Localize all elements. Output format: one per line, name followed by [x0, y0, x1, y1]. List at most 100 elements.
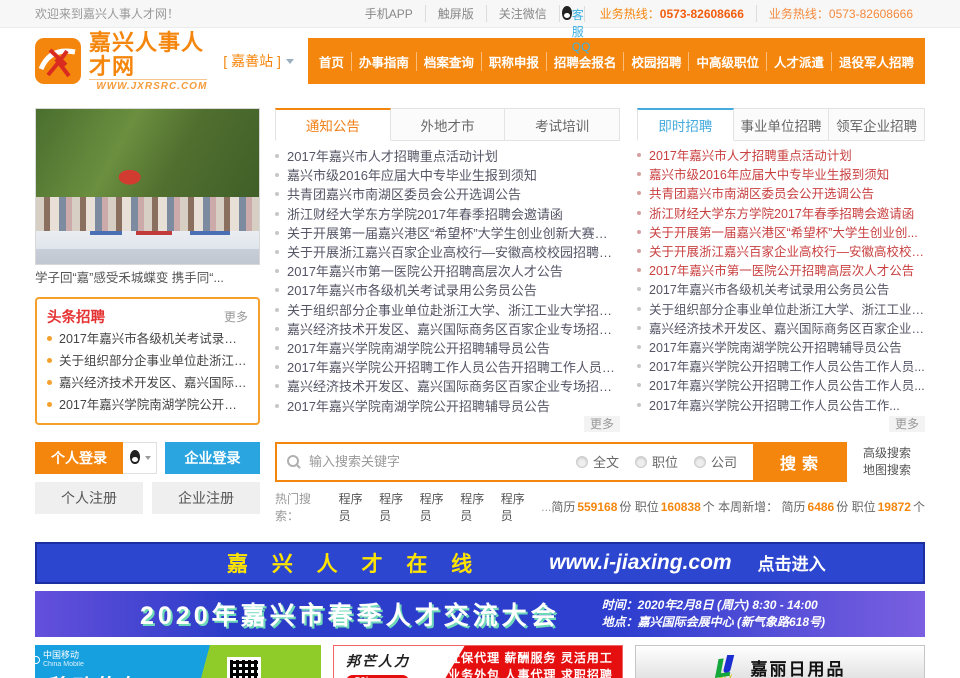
qq-login-dropdown[interactable] — [123, 442, 157, 474]
nav-item-title-declare[interactable]: 职称申报 — [481, 52, 546, 71]
hot-search-word[interactable]: 程序员 — [420, 490, 455, 524]
tab-notices[interactable]: 通知公告 — [275, 108, 391, 141]
scope-fulltext-radio[interactable]: 全文 — [576, 452, 619, 471]
list-item[interactable]: 关于开展浙江嘉兴百家企业高校行—安徽高校校园招聘活动的通... — [275, 243, 620, 262]
advanced-search-link[interactable]: 高级搜索 — [863, 445, 925, 462]
list-item[interactable]: 共青团嘉兴市南湖区委员会公开选调公告 — [637, 185, 925, 204]
qr-code — [227, 657, 261, 678]
nav-item-campus[interactable]: 校园招聘 — [623, 52, 688, 71]
hot-search-word[interactable]: 程序员 — [501, 490, 536, 524]
search-button[interactable]: 搜索 — [753, 444, 845, 480]
scope-company-radio[interactable]: 公司 — [694, 452, 737, 471]
list-item[interactable]: 2017年嘉兴市人才招聘重点活动计划 — [637, 147, 925, 166]
tab-leading-enterprise[interactable]: 领军企业招聘 — [829, 108, 925, 141]
notice-column: 通知公告 外地才市 考试培训 2017年嘉兴市人才招聘重点活动计划 嘉兴市级20… — [275, 108, 620, 432]
enterprise-login-button[interactable]: 企业登录 — [165, 442, 260, 474]
list-item[interactable]: 2017年嘉兴市第一医院公开招聘高层次人才公告 — [275, 262, 620, 281]
list-item[interactable]: 2017年嘉兴学院公开招聘工作人员公告工作人员... — [637, 358, 925, 377]
touch-version-link[interactable]: 触屏版 — [426, 5, 487, 22]
tab-other-markets[interactable]: 外地才市 — [391, 108, 506, 141]
list-item[interactable]: 嘉兴市级2016年应届大中专毕业生报到须知 — [275, 166, 620, 185]
news-photo-caption[interactable]: 学子回“嘉”感受禾城蝶变 携手同“... — [35, 265, 260, 291]
list-item[interactable]: 浙江财经大学东方学院2017年春季招聘会邀请函 — [275, 205, 620, 224]
hotline-secondary: 业务热线：0573-82608666 — [757, 5, 925, 22]
list-item[interactable]: 共青团嘉兴市南湖区委员会公开选调公告 — [275, 185, 620, 204]
list-item[interactable]: 关于组织部分企事业单位赴浙江大学... — [47, 350, 248, 372]
tab-exam-training[interactable]: 考试培训 — [505, 108, 620, 141]
list-item[interactable]: 2017年嘉兴市各级机关考试录用公务... — [47, 328, 248, 350]
list-item[interactable]: 浙江财经大学东方学院2017年春季招聘会邀请函 — [637, 205, 925, 224]
nav-item-guide[interactable]: 办事指南 — [351, 52, 416, 71]
top-utility-bar: 欢迎来到嘉兴人事人才网！ 手机APP 触屏版 关注微信 客服QQ 业务热线：05… — [0, 0, 960, 28]
hot-search-word[interactable]: 程序员 — [379, 490, 414, 524]
radio-icon — [576, 456, 588, 468]
list-item[interactable]: 2017年嘉兴学院南湖学院公开招聘辅导员公告 — [275, 339, 620, 358]
list-item[interactable]: 关于组织部分企事业单位赴浙江大学、浙江工业大... — [637, 301, 925, 320]
hotline-number: 0573-82608666 — [660, 7, 744, 21]
hot-search-word[interactable]: 程序员 — [339, 490, 374, 524]
list-item[interactable]: 嘉兴市级2016年应届大中专毕业生报到须知 — [637, 166, 925, 185]
news-photo[interactable] — [35, 108, 260, 265]
personal-login-button[interactable]: 个人登录 — [35, 442, 123, 474]
service-qq-link[interactable]: 客服QQ — [560, 6, 585, 22]
scope-position-radio[interactable]: 职位 — [635, 452, 678, 471]
list-item[interactable]: 关于组织部分企事业单位赴浙江大学、浙江工业大学招聘人才的... — [275, 301, 620, 320]
enterprise-register-button[interactable]: 企业注册 — [152, 482, 260, 514]
site-header: 嘉兴人事人才网 WWW.JXRSRC.COM [ 嘉善站 ] 首页 办事指南 档… — [0, 28, 960, 94]
jaly-name: 嘉丽日用品 — [751, 655, 846, 678]
jobfair-time: 2020年2月8日 (周六) 8:30 - 14:00 — [638, 598, 818, 612]
tab-public-institution[interactable]: 事业单位招聘 — [734, 108, 830, 141]
site-url: WWW.JXRSRC.COM — [89, 79, 207, 92]
nav-item-senior-jobs[interactable]: 中高级职位 — [688, 52, 766, 71]
list-item[interactable]: 2017年嘉兴学院公开招聘工作人员公告工作... — [637, 397, 925, 416]
search-area: 全文 职位 公司 搜索 高级搜索 地图搜索 热门搜索： 程序员 程序员 程序员 … — [275, 442, 925, 524]
nav-item-home[interactable]: 首页 — [312, 52, 351, 71]
spring-jobfair-banner[interactable]: 2020年嘉兴市春季人才交流大会 时间：2020年2月8日 (周六) 8:30 … — [35, 591, 925, 637]
personal-register-button[interactable]: 个人注册 — [35, 482, 143, 514]
nav-item-archive-query[interactable]: 档案查询 — [416, 52, 481, 71]
jiaxing-talent-online-banner[interactable]: 嘉 兴 人 才 在 线 www.i-jiaxing.com 点击进入 — [35, 542, 925, 584]
nav-item-dispatch[interactable]: 人才派遣 — [766, 52, 831, 71]
list-item[interactable]: 2017年嘉兴学院南湖学院公开招聘辅导员公告 — [637, 339, 925, 358]
search-icon — [287, 455, 301, 469]
list-item[interactable]: 2017年嘉兴市各级机关考试录用公务员公告 — [275, 281, 620, 300]
job-count: 160838 — [661, 500, 701, 514]
list-item[interactable]: 嘉兴经济技术开发区、嘉兴国际商务区百家企业专场招聘会公告 — [275, 320, 620, 339]
nav-item-veterans[interactable]: 退役军人招聘 — [831, 52, 921, 71]
list-item[interactable]: 关于开展第一届嘉兴港区“希望杯”大学生创业创... — [637, 224, 925, 243]
list-item[interactable]: 嘉兴经济技术开发区、嘉兴国际商务... — [47, 372, 248, 394]
list-item[interactable]: 2017年嘉兴学院公开招聘工作人员公告开招聘工作人员公告开... — [275, 358, 620, 377]
wechat-follow-link[interactable]: 关注微信 — [487, 5, 560, 22]
notice-more-link[interactable]: 更多 — [584, 416, 620, 432]
list-item[interactable]: 2017年嘉兴市第一医院公开招聘高层次人才公告 — [637, 262, 925, 281]
headline-more-link[interactable]: 更多 — [224, 308, 248, 325]
mobile-card-title: 移动花卡 — [45, 671, 137, 678]
station-selector[interactable]: [ 嘉善站 ] — [223, 51, 294, 71]
map-search-link[interactable]: 地图搜索 — [863, 462, 925, 479]
list-item[interactable]: 关于开展浙江嘉兴百家企业高校行—安徽高校校园... — [637, 243, 925, 262]
main-nav: 首页 办事指南 档案查询 职称申报 招聘会报名 校园招聘 中高级职位 人才派遣 … — [308, 38, 925, 84]
login-panel: 个人登录 企业登录 个人注册 企业注册 — [35, 442, 260, 524]
list-item[interactable]: 嘉兴经济技术开发区、嘉兴国际商务区百家企业专场招聘会公告 — [275, 377, 620, 396]
recruit-more-link[interactable]: 更多 — [889, 416, 925, 432]
list-item[interactable]: 2017年嘉兴市人才招聘重点活动计划 — [275, 147, 620, 166]
list-item[interactable]: 2017年嘉兴学院公开招聘工作人员公告工作人员... — [637, 377, 925, 396]
headline-recruit-box: 头条招聘 更多 2017年嘉兴市各级机关考试录用公务... 关于组织部分企事业单… — [35, 297, 260, 425]
list-item[interactable]: 2017年嘉兴市各级机关考试录用公务员公告 — [637, 281, 925, 300]
china-mobile-ad[interactable]: 中国移动 China Mobile 移动花卡 季度会员 — [35, 645, 321, 678]
nav-item-jobfair-signup[interactable]: 招聘会报名 — [546, 52, 624, 71]
list-item[interactable]: 关于开展第一届嘉兴港区“希望杯”大学生创业创新大赛的通知 — [275, 224, 620, 243]
site-logo-text[interactable]: 嘉兴人事人才网 WWW.JXRSRC.COM — [89, 31, 207, 92]
list-item[interactable]: 2017年嘉兴学院南湖学院公开招聘辅... — [47, 394, 248, 416]
list-item[interactable]: 嘉兴经济技术开发区、嘉兴国际商务区百家企业专... — [637, 320, 925, 339]
mobile-app-link[interactable]: 手机APP — [353, 5, 426, 22]
site-name: 嘉兴人事人才网 — [89, 31, 207, 79]
search-input[interactable] — [309, 454, 576, 469]
bangmang-hr-ad[interactable]: 邦芒人力 50bm.com 社保代理 薪酬服务 灵活用工 业务外包 人事代理 求… — [333, 645, 623, 678]
jaly-daily-goods-ad[interactable]: JALY 嘉丽日用品 — [635, 645, 925, 678]
tab-instant-recruit[interactable]: 即时招聘 — [637, 108, 734, 141]
site-logo-icon[interactable] — [35, 38, 81, 84]
list-item[interactable]: 2017年嘉兴学院南湖学院公开招聘辅导员公告 — [275, 397, 620, 416]
hot-search-word[interactable]: 程序员 — [460, 490, 495, 524]
hotline-number-2: 0573-82608666 — [829, 7, 913, 21]
